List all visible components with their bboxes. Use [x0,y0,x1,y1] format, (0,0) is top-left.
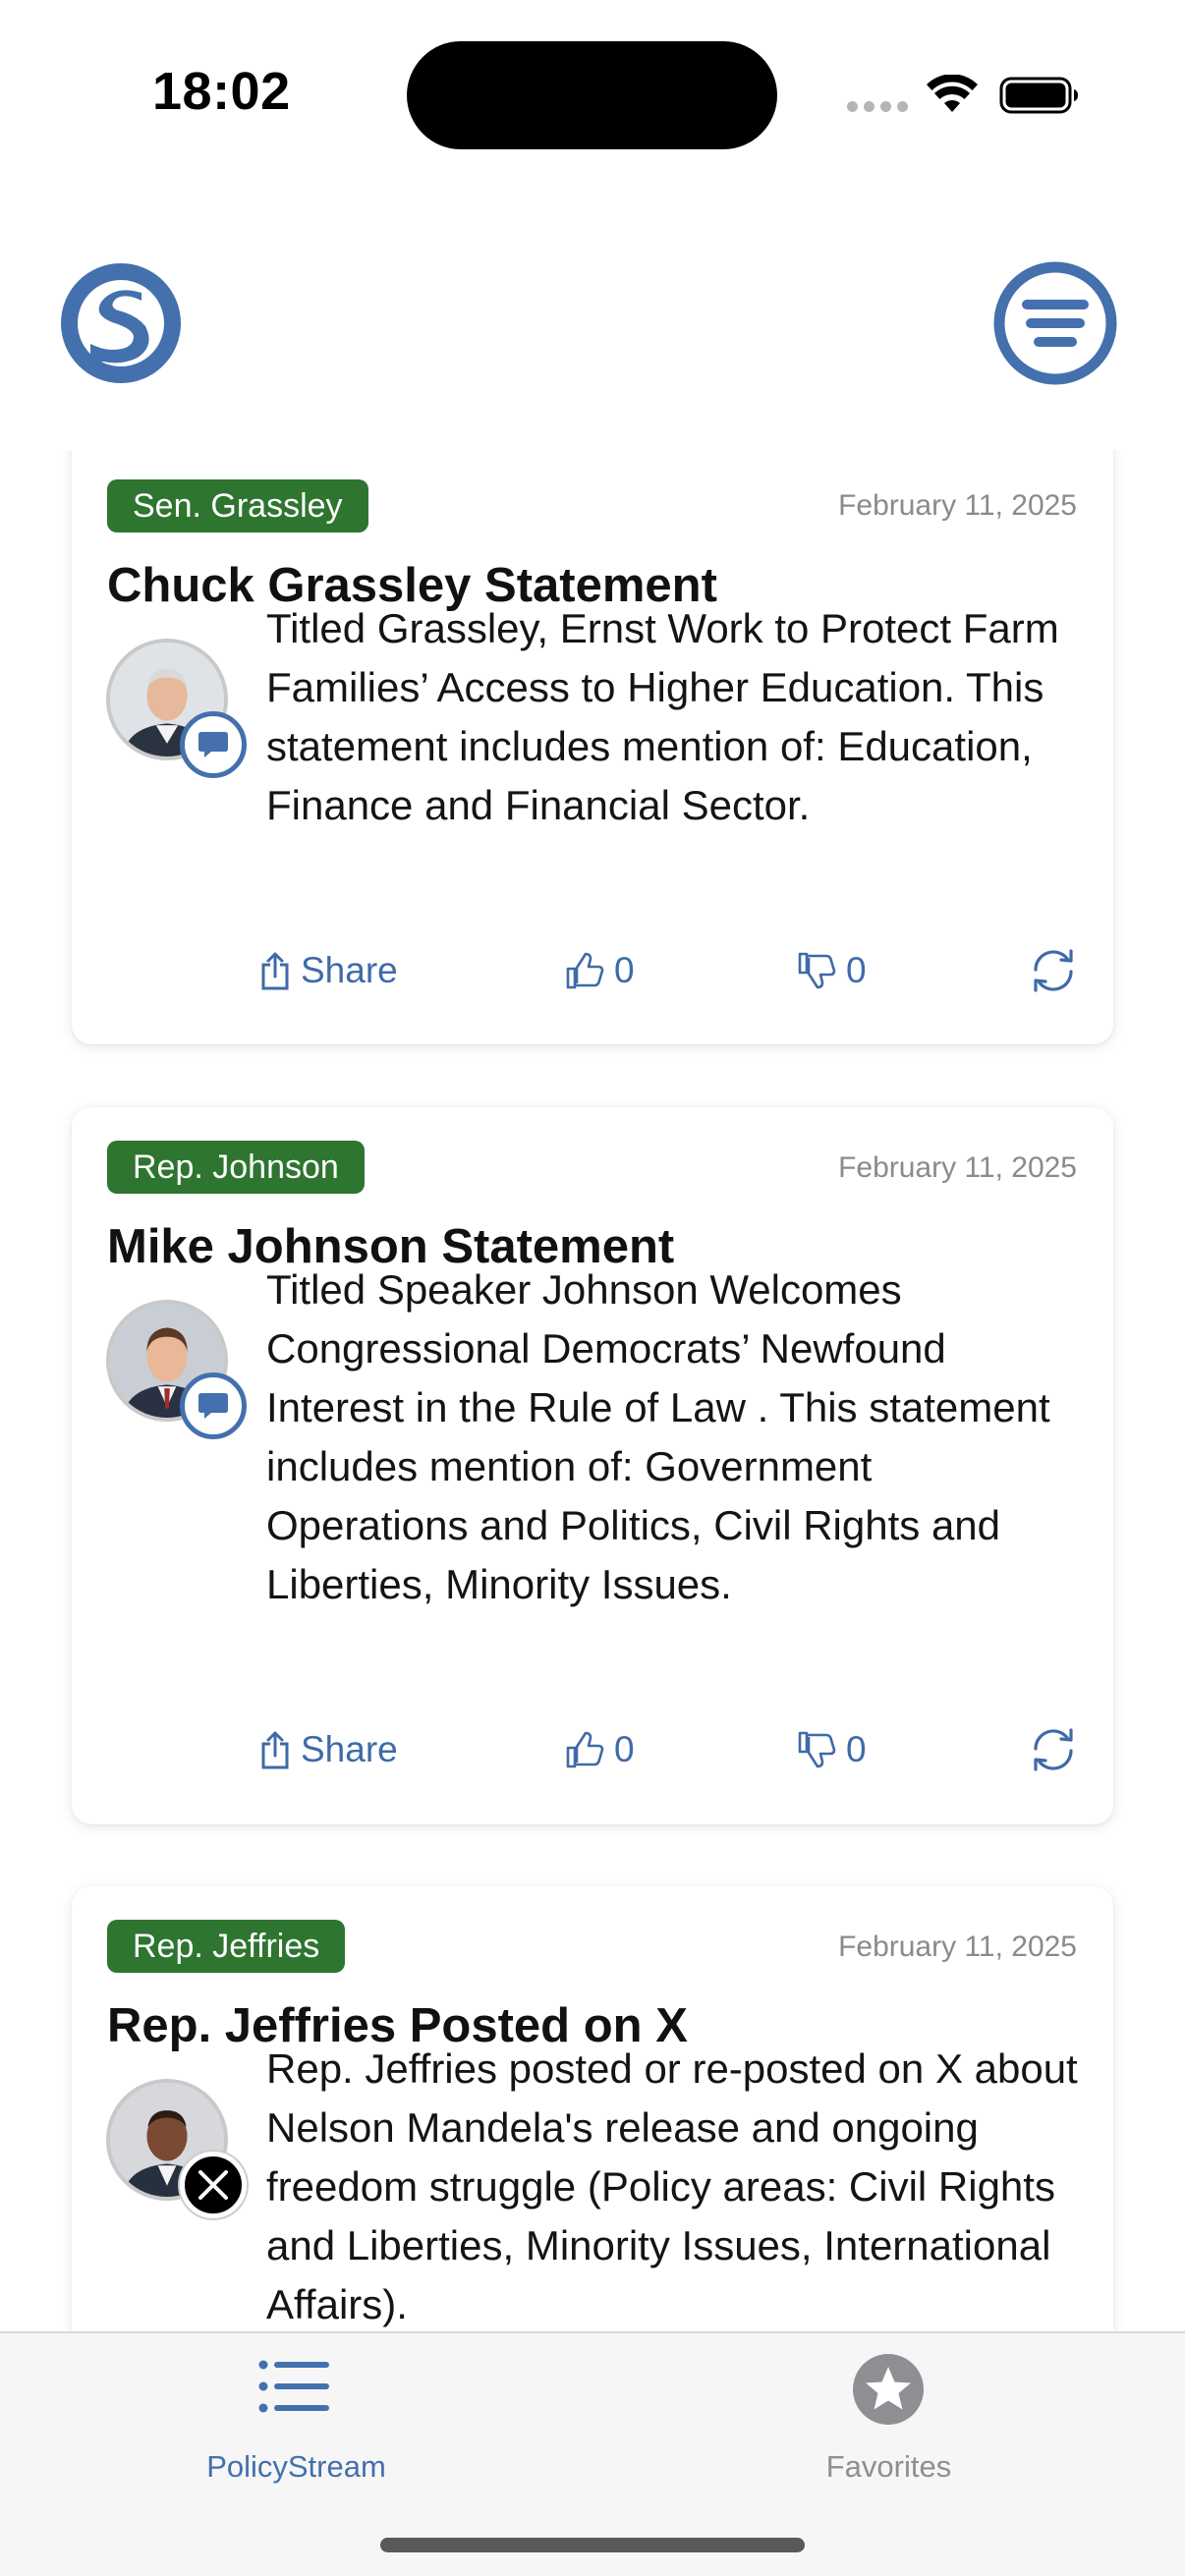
wifi-icon [927,75,978,112]
thumbs-down-icon [798,1731,836,1768]
thumbs-up-icon [566,1731,604,1768]
card-body: Titled Speaker Johnson Welcomes Congress… [266,1266,1050,1607]
status-time: 18:02 [152,62,291,121]
dislike-button[interactable]: 0 [797,941,867,1000]
member-avatar [106,2079,247,2218]
share-button[interactable]: Share [259,941,398,1000]
filter-menu-icon[interactable] [993,261,1117,385]
tab-policystream[interactable]: PolicyStream [0,2333,592,2520]
app-screen: 18:02 Sen. Grassley February 11, 2025 Ch… [0,0,1185,2576]
share-button[interactable]: Share [259,1720,398,1779]
statement-bubble-icon [180,1372,247,1439]
like-button[interactable]: 0 [565,1720,635,1779]
member-tag[interactable]: Rep. Johnson [107,1141,365,1194]
statement-bubble-icon [180,711,247,778]
dislike-count: 0 [846,1729,867,1769]
thumbs-down-icon [798,952,836,989]
home-indicator[interactable] [380,2538,805,2552]
share-icon [261,1731,289,1769]
card-date: February 11, 2025 [838,489,1077,522]
share-icon [261,952,289,990]
tab-favorites[interactable]: Favorites [592,2333,1185,2520]
cellular-signal-icon [847,101,908,112]
refresh-button[interactable] [1028,941,1079,1000]
tab-label-favorites: Favorites [825,2449,952,2484]
like-count: 0 [614,950,635,990]
dynamic-island [407,41,777,149]
share-label: Share [301,950,398,990]
like-button[interactable]: 0 [565,941,635,1000]
tab-label-policystream: PolicyStream [206,2449,386,2484]
policystream-logo-icon[interactable] [61,263,181,383]
refresh-icon [1034,949,1073,992]
card-body: Titled Grassley, Ernst Work to Protect F… [266,605,1059,828]
dislike-count: 0 [846,950,867,990]
card-date: February 11, 2025 [838,1151,1077,1184]
like-count: 0 [614,1729,635,1769]
member-tag[interactable]: Sen. Grassley [107,479,368,532]
member-avatar [106,1300,247,1439]
x-logo-icon [180,2152,247,2218]
feed-card[interactable]: Sen. Grassley February 11, 2025 Chuck Gr… [72,450,1113,1044]
dislike-button[interactable]: 0 [797,1720,867,1779]
refresh-button[interactable] [1028,1720,1079,1779]
feed-card[interactable]: Rep. Jeffries February 11, 2025 Rep. Jef… [72,1886,1113,2332]
thumbs-up-icon [566,952,604,989]
share-label: Share [301,1729,398,1769]
card-date: February 11, 2025 [838,1931,1077,1963]
star-icon [853,2354,924,2425]
card-body: Rep. Jeffries posted or re-posted on X a… [266,2045,1078,2327]
battery-icon [999,77,1078,114]
list-icon [258,2360,329,2413]
policy-feed[interactable]: Sen. Grassley February 11, 2025 Chuck Gr… [0,450,1185,2332]
refresh-icon [1034,1728,1073,1771]
member-avatar [106,639,247,778]
card-actions: Share 0 0 [72,941,1113,1000]
feed-card[interactable]: Rep. Johnson February 11, 2025 Mike John… [72,1107,1113,1824]
member-tag[interactable]: Rep. Jeffries [107,1920,346,1973]
card-actions: Share 0 0 [72,1720,1113,1779]
